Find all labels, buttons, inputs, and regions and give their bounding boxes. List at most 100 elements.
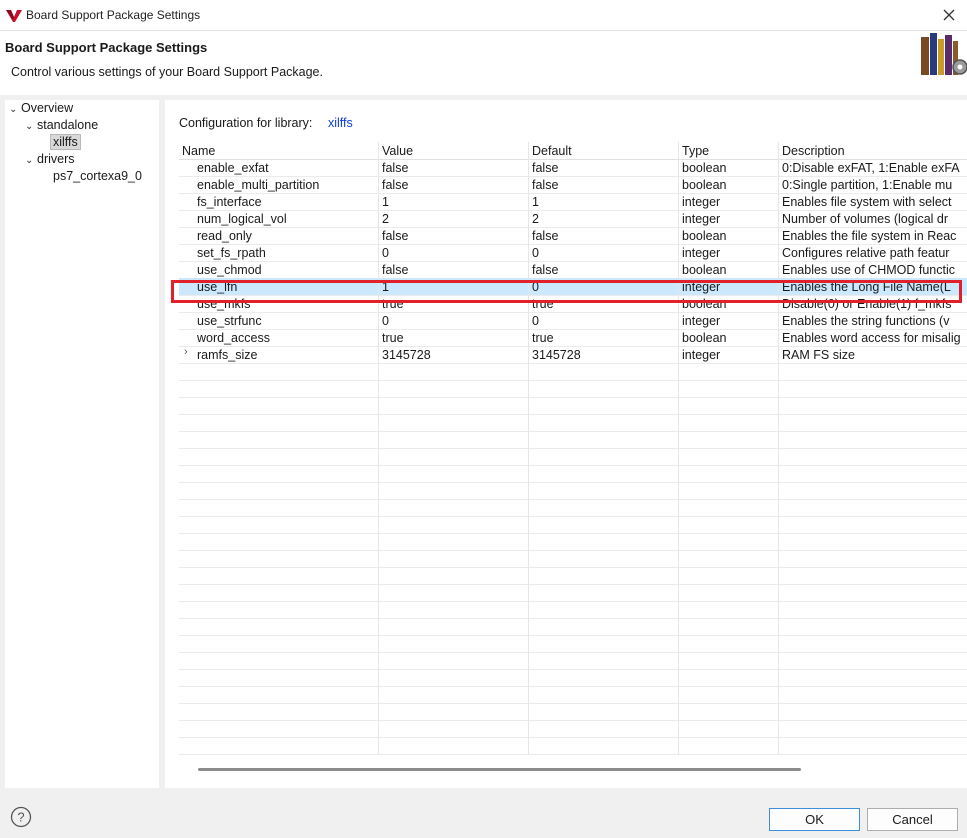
empty-cell xyxy=(179,431,379,448)
setting-name: use_mkfs xyxy=(179,295,379,312)
setting-default: false xyxy=(529,176,679,193)
setting-type: integer xyxy=(679,193,779,210)
tree-item-drivers[interactable]: ⌄ drivers xyxy=(25,151,75,168)
setting-value[interactable]: 1 xyxy=(379,193,529,210)
table-row[interactable]: word_access true true boolean Enables word a… xyxy=(179,329,967,347)
column-header-default[interactable]: Default xyxy=(529,142,679,159)
setting-name: enable_multi_partition xyxy=(179,176,379,193)
setting-default: 3145728 xyxy=(529,346,679,363)
empty-cell xyxy=(679,669,779,686)
setting-name: ramfs_size xyxy=(179,346,379,363)
setting-value[interactable]: false xyxy=(379,176,529,193)
empty-cell xyxy=(529,414,679,431)
table-row[interactable]: enable_multi_partition false false boolean 0… xyxy=(179,176,967,194)
empty-cell xyxy=(679,516,779,533)
setting-type: integer xyxy=(679,312,779,329)
cancel-button[interactable]: Cancel xyxy=(867,808,958,831)
empty-cell xyxy=(529,584,679,601)
setting-description: Enables the file system in Reac xyxy=(782,229,957,243)
setting-name: fs_interface xyxy=(179,193,379,210)
column-header-name[interactable]: Name xyxy=(179,142,379,159)
horizontal-scrollbar[interactable] xyxy=(198,768,801,771)
setting-description: Enables file system with select xyxy=(782,195,952,209)
setting-value[interactable]: true xyxy=(379,295,529,312)
setting-description: Disable(0) or Enable(1) f_mkfs xyxy=(782,297,952,311)
empty-cell xyxy=(179,720,379,737)
empty-cell xyxy=(179,686,379,703)
empty-cell xyxy=(779,380,967,397)
tree-item-label: ps7_cortexa9_0 xyxy=(53,169,142,183)
empty-cell xyxy=(379,499,529,516)
table-row xyxy=(179,516,967,534)
empty-cell xyxy=(179,652,379,669)
setting-description: Enables the string functions (v xyxy=(782,314,950,328)
chevron-down-icon: ⌄ xyxy=(9,104,18,115)
empty-cell xyxy=(379,703,529,720)
column-header-description[interactable]: Description xyxy=(779,142,967,159)
table-row[interactable]: use_lfn 1 0 integer Enables the Long File Na… xyxy=(179,278,967,296)
tree-item-ps7-cortexa9-0[interactable]: ps7_cortexa9_0 xyxy=(53,168,142,185)
empty-cell xyxy=(679,499,779,516)
column-header-value[interactable]: Value xyxy=(379,142,529,159)
config-label: Configuration for library: xyxy=(179,116,313,130)
setting-value[interactable]: 1 xyxy=(379,278,529,295)
empty-cell xyxy=(779,652,967,669)
table-row[interactable]: use_mkfs true true boolean Disable(0) or Ena… xyxy=(179,295,967,313)
empty-cell xyxy=(679,380,779,397)
table-row[interactable]: num_logical_vol 2 2 integer Number of volume… xyxy=(179,210,967,228)
table-row xyxy=(179,635,967,653)
empty-cell xyxy=(529,499,679,516)
empty-cell xyxy=(379,380,529,397)
setting-type: boolean xyxy=(679,176,779,193)
empty-cell xyxy=(779,448,967,465)
setting-value[interactable]: false xyxy=(379,227,529,244)
ok-button[interactable]: OK xyxy=(769,808,860,831)
setting-type: boolean xyxy=(679,261,779,278)
empty-cell xyxy=(379,414,529,431)
setting-value[interactable]: 0 xyxy=(379,244,529,261)
table-row[interactable]: use_strfunc 0 0 integer Enables the string f… xyxy=(179,312,967,330)
table-row[interactable]: ramfs_size 3145728 3145728 integer RAM FS si… xyxy=(179,346,967,364)
empty-cell xyxy=(779,686,967,703)
header-title: Board Support Package Settings xyxy=(5,40,208,55)
table-row xyxy=(179,720,967,738)
setting-type: boolean xyxy=(679,159,779,176)
empty-cell xyxy=(529,618,679,635)
table-row[interactable]: fs_interface 1 1 integer Enables file system… xyxy=(179,193,967,211)
setting-default: 0 xyxy=(529,278,679,295)
table-row xyxy=(179,737,967,755)
setting-value[interactable]: false xyxy=(379,261,529,278)
table-row[interactable]: use_chmod false false boolean Enables use of… xyxy=(179,261,967,279)
table-row[interactable]: read_only false false boolean Enables the fi… xyxy=(179,227,967,245)
empty-cell xyxy=(779,567,967,584)
setting-value[interactable]: true xyxy=(379,329,529,346)
help-icon[interactable]: ? xyxy=(10,806,32,828)
table-row xyxy=(179,618,967,636)
setting-value[interactable]: 3145728 xyxy=(379,346,529,363)
empty-cell xyxy=(529,363,679,380)
empty-cell xyxy=(529,686,679,703)
close-button[interactable] xyxy=(937,3,961,27)
empty-cell xyxy=(379,720,529,737)
table-row[interactable]: enable_exfat false false boolean 0:Disable e… xyxy=(179,159,967,177)
tree-item-xilffs[interactable]: xilffs xyxy=(50,134,81,151)
empty-cell xyxy=(529,703,679,720)
setting-default: true xyxy=(529,329,679,346)
table-row xyxy=(179,652,967,670)
table-row xyxy=(179,669,967,687)
table-row xyxy=(179,431,967,449)
tree-item-standalone[interactable]: ⌄ standalone xyxy=(25,117,98,134)
tree-item-overview[interactable]: ⌄ Overview xyxy=(9,100,73,117)
empty-cell xyxy=(379,652,529,669)
empty-cell xyxy=(379,669,529,686)
empty-cell xyxy=(679,703,779,720)
empty-cell xyxy=(179,703,379,720)
setting-value[interactable]: 0 xyxy=(379,312,529,329)
setting-value[interactable]: 2 xyxy=(379,210,529,227)
column-header-type[interactable]: Type xyxy=(679,142,779,159)
setting-type: boolean xyxy=(679,295,779,312)
table-row[interactable]: set_fs_rpath 0 0 integer Configures relative… xyxy=(179,244,967,262)
setting-value[interactable]: false xyxy=(379,159,529,176)
chevron-right-icon[interactable]: › xyxy=(184,346,188,358)
library-link[interactable]: xilffs xyxy=(328,116,353,130)
